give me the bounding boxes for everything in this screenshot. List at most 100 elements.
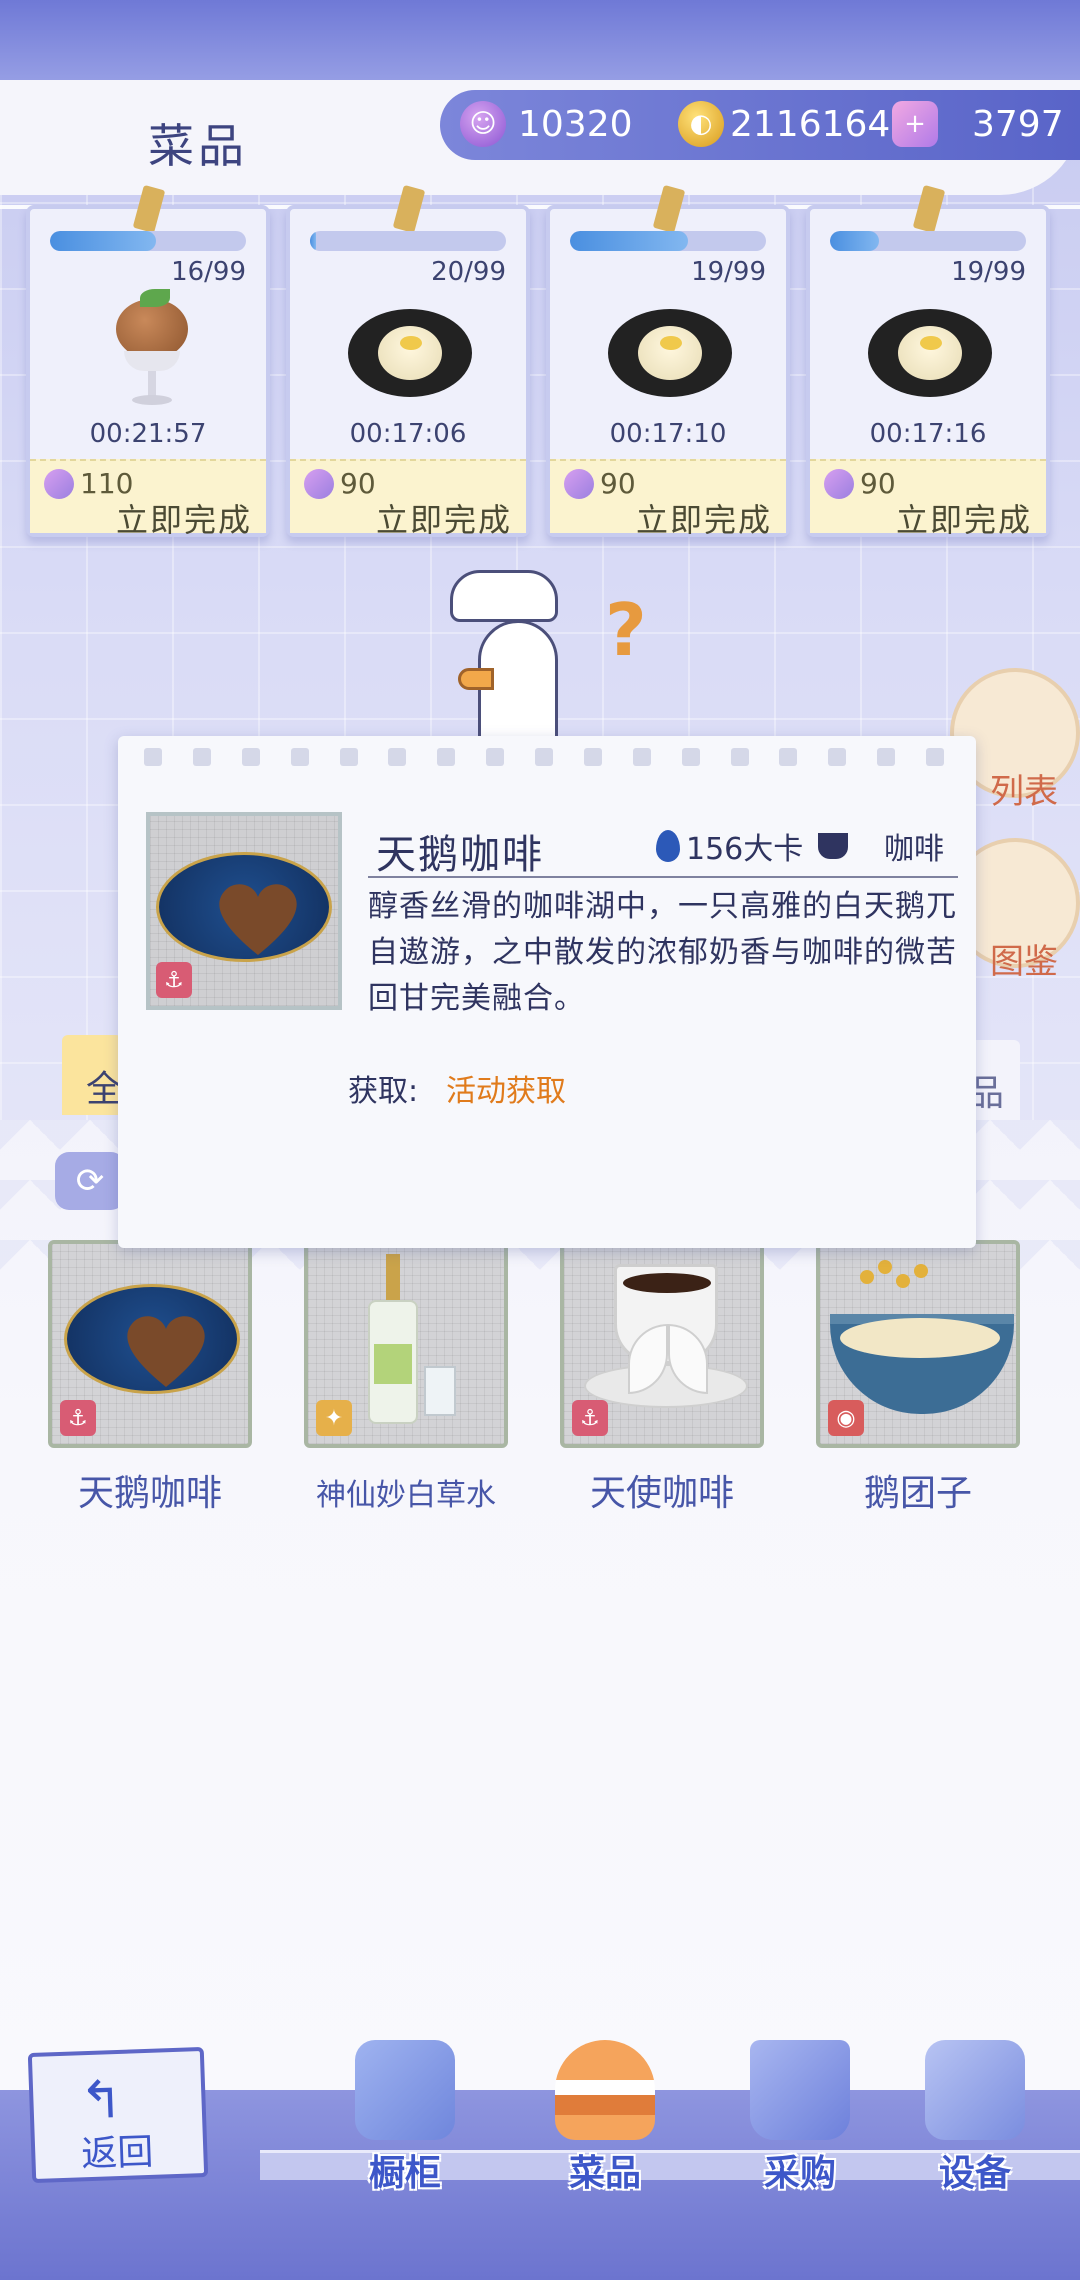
currency-value: 10320 (518, 103, 633, 145)
popup-type: 咖啡 (818, 824, 944, 868)
bun-plate-icon (868, 309, 992, 397)
dish-card[interactable]: ◉ (816, 1240, 1020, 1448)
swan-currency-icon (824, 468, 854, 499)
currency-value: 3797 (972, 103, 1064, 145)
cooking-ticket[interactable]: 16/99 00:21:57 110 立即完成 (26, 184, 270, 539)
purple-gem-icon: ☺ (460, 101, 506, 147)
progress-fill (310, 231, 316, 251)
nav-equipment[interactable]: 设备 (900, 2040, 1050, 2194)
finish-now-area[interactable]: 90 立即完成 (290, 459, 526, 539)
anchor-icon: ⚓ (572, 1400, 608, 1436)
bun-plate-icon (348, 309, 472, 397)
divider (368, 876, 958, 878)
dish-card[interactable]: ⚓ (48, 1240, 252, 1448)
popup-dish-thumbnail: ⚓ (146, 812, 342, 1010)
ticket-timer: 00:17:16 (869, 419, 987, 449)
cooking-ticket[interactable]: 19/99 00:17:16 90 立即完成 (806, 184, 1050, 539)
ticket-count: 19/99 (691, 257, 766, 287)
finish-now-button[interactable]: 立即完成 (636, 495, 772, 541)
currency-coins[interactable]: ◐ 2116164 (678, 96, 890, 152)
finish-now-area[interactable]: 110 立即完成 (30, 459, 266, 539)
obtain-source[interactable]: 活动获取 (446, 1066, 566, 1110)
nav-purchase[interactable]: 采购 (725, 2040, 875, 2194)
swan-currency-icon (564, 468, 594, 499)
bowl-art (830, 1314, 1014, 1414)
popup-description: 醇香丝滑的咖啡湖中，一只高雅的白天鹅兀自遨游，之中散发的浓郁奶香与咖啡的微苦回甘… (368, 889, 957, 1016)
list-label: 列表 (990, 772, 1058, 812)
anchor-icon: ⚓ (156, 962, 192, 998)
heart-coffee-art (64, 1284, 240, 1394)
currency-value: 2116164 (730, 103, 891, 145)
burger-icon (555, 2040, 655, 2140)
progress-bar (570, 231, 766, 251)
ticket-count: 19/99 (951, 257, 1026, 287)
dish-card[interactable]: ✦ (304, 1240, 508, 1448)
nav-label: 橱柜 (368, 2153, 441, 2194)
ticket-timer: 00:17:10 (609, 419, 727, 449)
dish-name: 天使咖啡 (589, 1473, 734, 1514)
glass-art (424, 1366, 456, 1416)
dish-name: 神仙妙白草水 (316, 1478, 496, 1513)
ticket-timer: 00:21:57 (89, 419, 207, 449)
swan-plus-icon: + (892, 101, 938, 147)
nav-label: 菜品 (568, 2153, 641, 2194)
progress-fill (50, 231, 156, 251)
swan-currency-icon (44, 468, 74, 499)
saucer-art (584, 1364, 748, 1408)
ticket-count: 16/99 (171, 257, 246, 287)
flowers-art (860, 1260, 940, 1300)
ticket-timer: 00:17:06 (349, 419, 467, 449)
currency-gems[interactable]: ☺ 10320 (460, 96, 633, 152)
flame-icon (656, 830, 680, 862)
cooking-ticket[interactable]: 20/99 00:17:06 90 立即完成 (286, 184, 530, 539)
finish-now-button[interactable]: 立即完成 (376, 495, 512, 541)
anchor-icon: ⚓ (60, 1400, 96, 1436)
bottle-art (368, 1254, 418, 1424)
puzzle-icon: ✦ (316, 1400, 352, 1436)
question-mark-icon: ? (605, 588, 647, 672)
dish-detail-popup: ⚓ 天鹅咖啡 156大卡 咖啡 醇香丝滑的咖啡湖中，一只高雅的白天鹅兀自遨游，之… (118, 736, 976, 1248)
tab-all-label: 全 (86, 1069, 123, 1110)
bun-plate-icon (608, 309, 732, 397)
finish-cost: 90 (824, 467, 896, 500)
shopping-bag-icon (750, 2040, 850, 2140)
back-label: 返回 (80, 2131, 155, 2176)
nav-dishes[interactable]: 菜品 (530, 2040, 680, 2194)
popup-title: 天鹅咖啡 (376, 832, 544, 878)
swan-currency-icon (304, 468, 334, 499)
top-band (0, 0, 1080, 90)
dish-card[interactable]: ⚓ (560, 1240, 764, 1448)
nav-label: 设备 (938, 2153, 1011, 2194)
lantern-icon: ◉ (828, 1400, 864, 1436)
finish-cost: 90 (304, 467, 376, 500)
goose-chef-mascot (450, 570, 580, 750)
progress-bar (310, 231, 506, 251)
guide-label: 图鉴 (990, 942, 1058, 982)
coffee-machine-icon (925, 2040, 1025, 2140)
notebook-holes (144, 748, 944, 768)
back-button[interactable]: ↰ 返回 (27, 2046, 209, 2184)
cabinet-icon (355, 2040, 455, 2140)
finish-cost: 90 (564, 467, 636, 500)
dish-name: 天鹅咖啡 (77, 1473, 222, 1514)
back-arrow-icon: ↰ (78, 2069, 125, 2132)
heart-coffee-art (156, 852, 332, 962)
progress-bar (50, 231, 246, 251)
progress-fill (570, 231, 688, 251)
sundae-icon (110, 289, 194, 409)
finish-now-area[interactable]: 90 立即完成 (810, 459, 1046, 539)
nav-label: 采购 (763, 2153, 836, 2194)
refresh-icon[interactable]: ⟳ (55, 1152, 125, 1210)
page-title: 菜品 (148, 119, 248, 173)
finish-now-button[interactable]: 立即完成 (896, 495, 1032, 541)
gold-coin-icon: ◐ (678, 101, 724, 147)
popup-calories: 156大卡 (656, 824, 803, 868)
finish-now-button[interactable]: 立即完成 (116, 495, 252, 541)
ticket-count: 20/99 (431, 257, 506, 287)
progress-fill (830, 231, 879, 251)
finish-now-area[interactable]: 90 立即完成 (550, 459, 786, 539)
cooking-ticket[interactable]: 19/99 00:17:10 90 立即完成 (546, 184, 790, 539)
obtain-label: 获取: (348, 1074, 419, 1109)
nav-cabinet[interactable]: 橱柜 (330, 2040, 480, 2194)
currency-swans[interactable]: + 3797 (892, 96, 1064, 152)
